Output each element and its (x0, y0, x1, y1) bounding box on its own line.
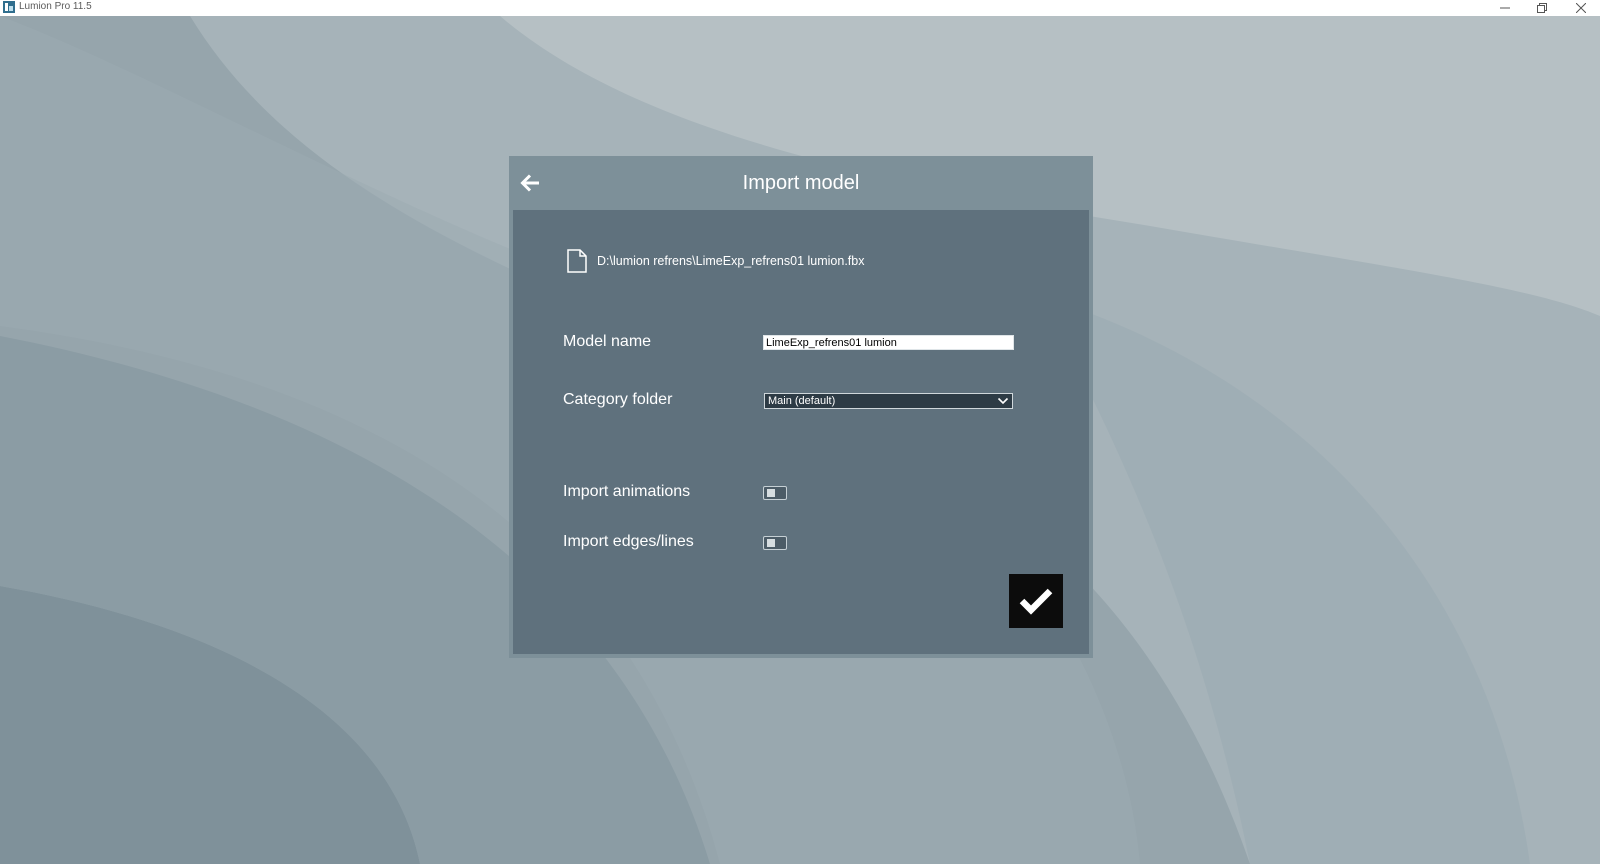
restore-icon (1537, 3, 1547, 13)
lumion-window: Lumion Pro 11.5 Import model D:\lumion r… (0, 0, 1600, 864)
file-path: D:\lumion refrens\LimeExp_refrens01 lumi… (597, 254, 865, 268)
window-title: Lumion Pro 11.5 (19, 1, 92, 12)
dialog-body: D:\lumion refrens\LimeExp_refrens01 lumi… (513, 210, 1089, 654)
close-icon (1576, 3, 1586, 13)
toggle-knob (767, 489, 775, 497)
title-bar: Lumion Pro 11.5 (0, 0, 1600, 16)
chevron-down-icon (997, 397, 1009, 405)
restore-button[interactable] (1524, 0, 1560, 16)
import-edges-label: Import edges/lines (563, 533, 694, 550)
back-button[interactable] (517, 171, 543, 195)
minimize-button[interactable] (1487, 0, 1523, 16)
import-model-dialog: Import model D:\lumion refrens\LimeExp_r… (509, 156, 1093, 658)
arrow-left-icon (520, 174, 539, 192)
minimize-icon (1500, 7, 1510, 9)
import-edges-toggle[interactable] (763, 536, 787, 550)
import-animations-toggle[interactable] (763, 486, 787, 500)
file-path-row: D:\lumion refrens\LimeExp_refrens01 lumi… (566, 248, 864, 274)
dialog-header: Import model (509, 156, 1093, 210)
category-folder-label: Category folder (563, 391, 673, 408)
confirm-button[interactable] (1009, 574, 1063, 628)
checkmark-icon (1019, 588, 1053, 615)
category-folder-dropdown[interactable]: Main (default) (764, 393, 1013, 409)
import-animations-label: Import animations (563, 483, 691, 500)
category-folder-value: Main (default) (768, 395, 836, 407)
model-name-input[interactable] (763, 335, 1014, 350)
dialog-title: Import model (742, 172, 860, 194)
toggle-knob (767, 539, 775, 547)
model-name-label: Model name (563, 333, 652, 350)
file-icon (567, 249, 587, 273)
lumion-app-icon (3, 1, 15, 13)
close-button[interactable] (1563, 0, 1599, 16)
